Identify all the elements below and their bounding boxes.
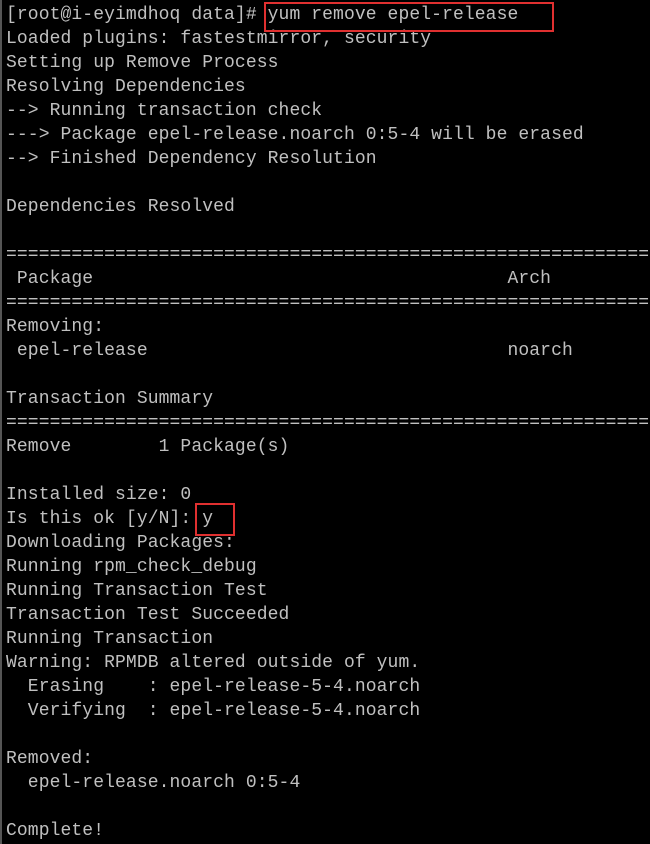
terminal-output-line: epel-release noarch: [6, 341, 573, 361]
command-prompt-line: [root@i-eyimdhoq data]# yum remove epel-…: [6, 5, 519, 25]
terminal-output-line: ========================================…: [6, 413, 650, 433]
terminal-output-line: Transaction Summary: [6, 389, 214, 409]
terminal-output-line: Setting up Remove Process: [6, 53, 279, 73]
terminal-output-line: --> Finished Dependency Resolution: [6, 149, 377, 169]
confirm-prompt-line: Is this ok [y/N]: y: [6, 509, 214, 529]
terminal-output-line: Downloading Packages:: [6, 533, 235, 553]
terminal-output-line: ========================================…: [6, 245, 650, 265]
terminal-output-line: Erasing : epel-release-5-4.noarch: [6, 677, 421, 697]
terminal-output-line: Installed size: 0: [6, 485, 192, 505]
terminal-output-line: Loaded plugins: fastestmirror, security: [6, 29, 432, 49]
terminal-output-line: Running rpm_check_debug: [6, 557, 257, 577]
terminal-window[interactable]: [root@i-eyimdhoq data]# yum remove epel-…: [0, 0, 650, 844]
terminal-output-line: Remove 1 Package(s): [6, 437, 290, 457]
terminal-output-line: Complete!: [6, 821, 105, 841]
terminal-output-line: Transaction Test Succeeded: [6, 605, 290, 625]
terminal-output-line: --> Running transaction check: [6, 101, 323, 121]
terminal-output-line: ========================================…: [6, 293, 650, 313]
terminal-output-line: Running Transaction: [6, 629, 214, 649]
terminal-output-line: Verifying : epel-release-5-4.noarch: [6, 701, 421, 721]
terminal-output-line: ---> Package epel-release.noarch 0:5-4 w…: [6, 125, 584, 145]
terminal-output-line: Resolving Dependencies: [6, 77, 246, 97]
terminal-output-line: Removed:: [6, 749, 94, 769]
terminal-output-line: Removing:: [6, 317, 105, 337]
terminal-output-line: Dependencies Resolved: [6, 197, 235, 217]
terminal-output-line: epel-release.noarch 0:5-4: [6, 773, 301, 793]
terminal-output-line: Running Transaction Test: [6, 581, 268, 601]
terminal-output-line: Package Arch: [6, 269, 552, 289]
terminal-output-line: Warning: RPMDB altered outside of yum.: [6, 653, 421, 673]
